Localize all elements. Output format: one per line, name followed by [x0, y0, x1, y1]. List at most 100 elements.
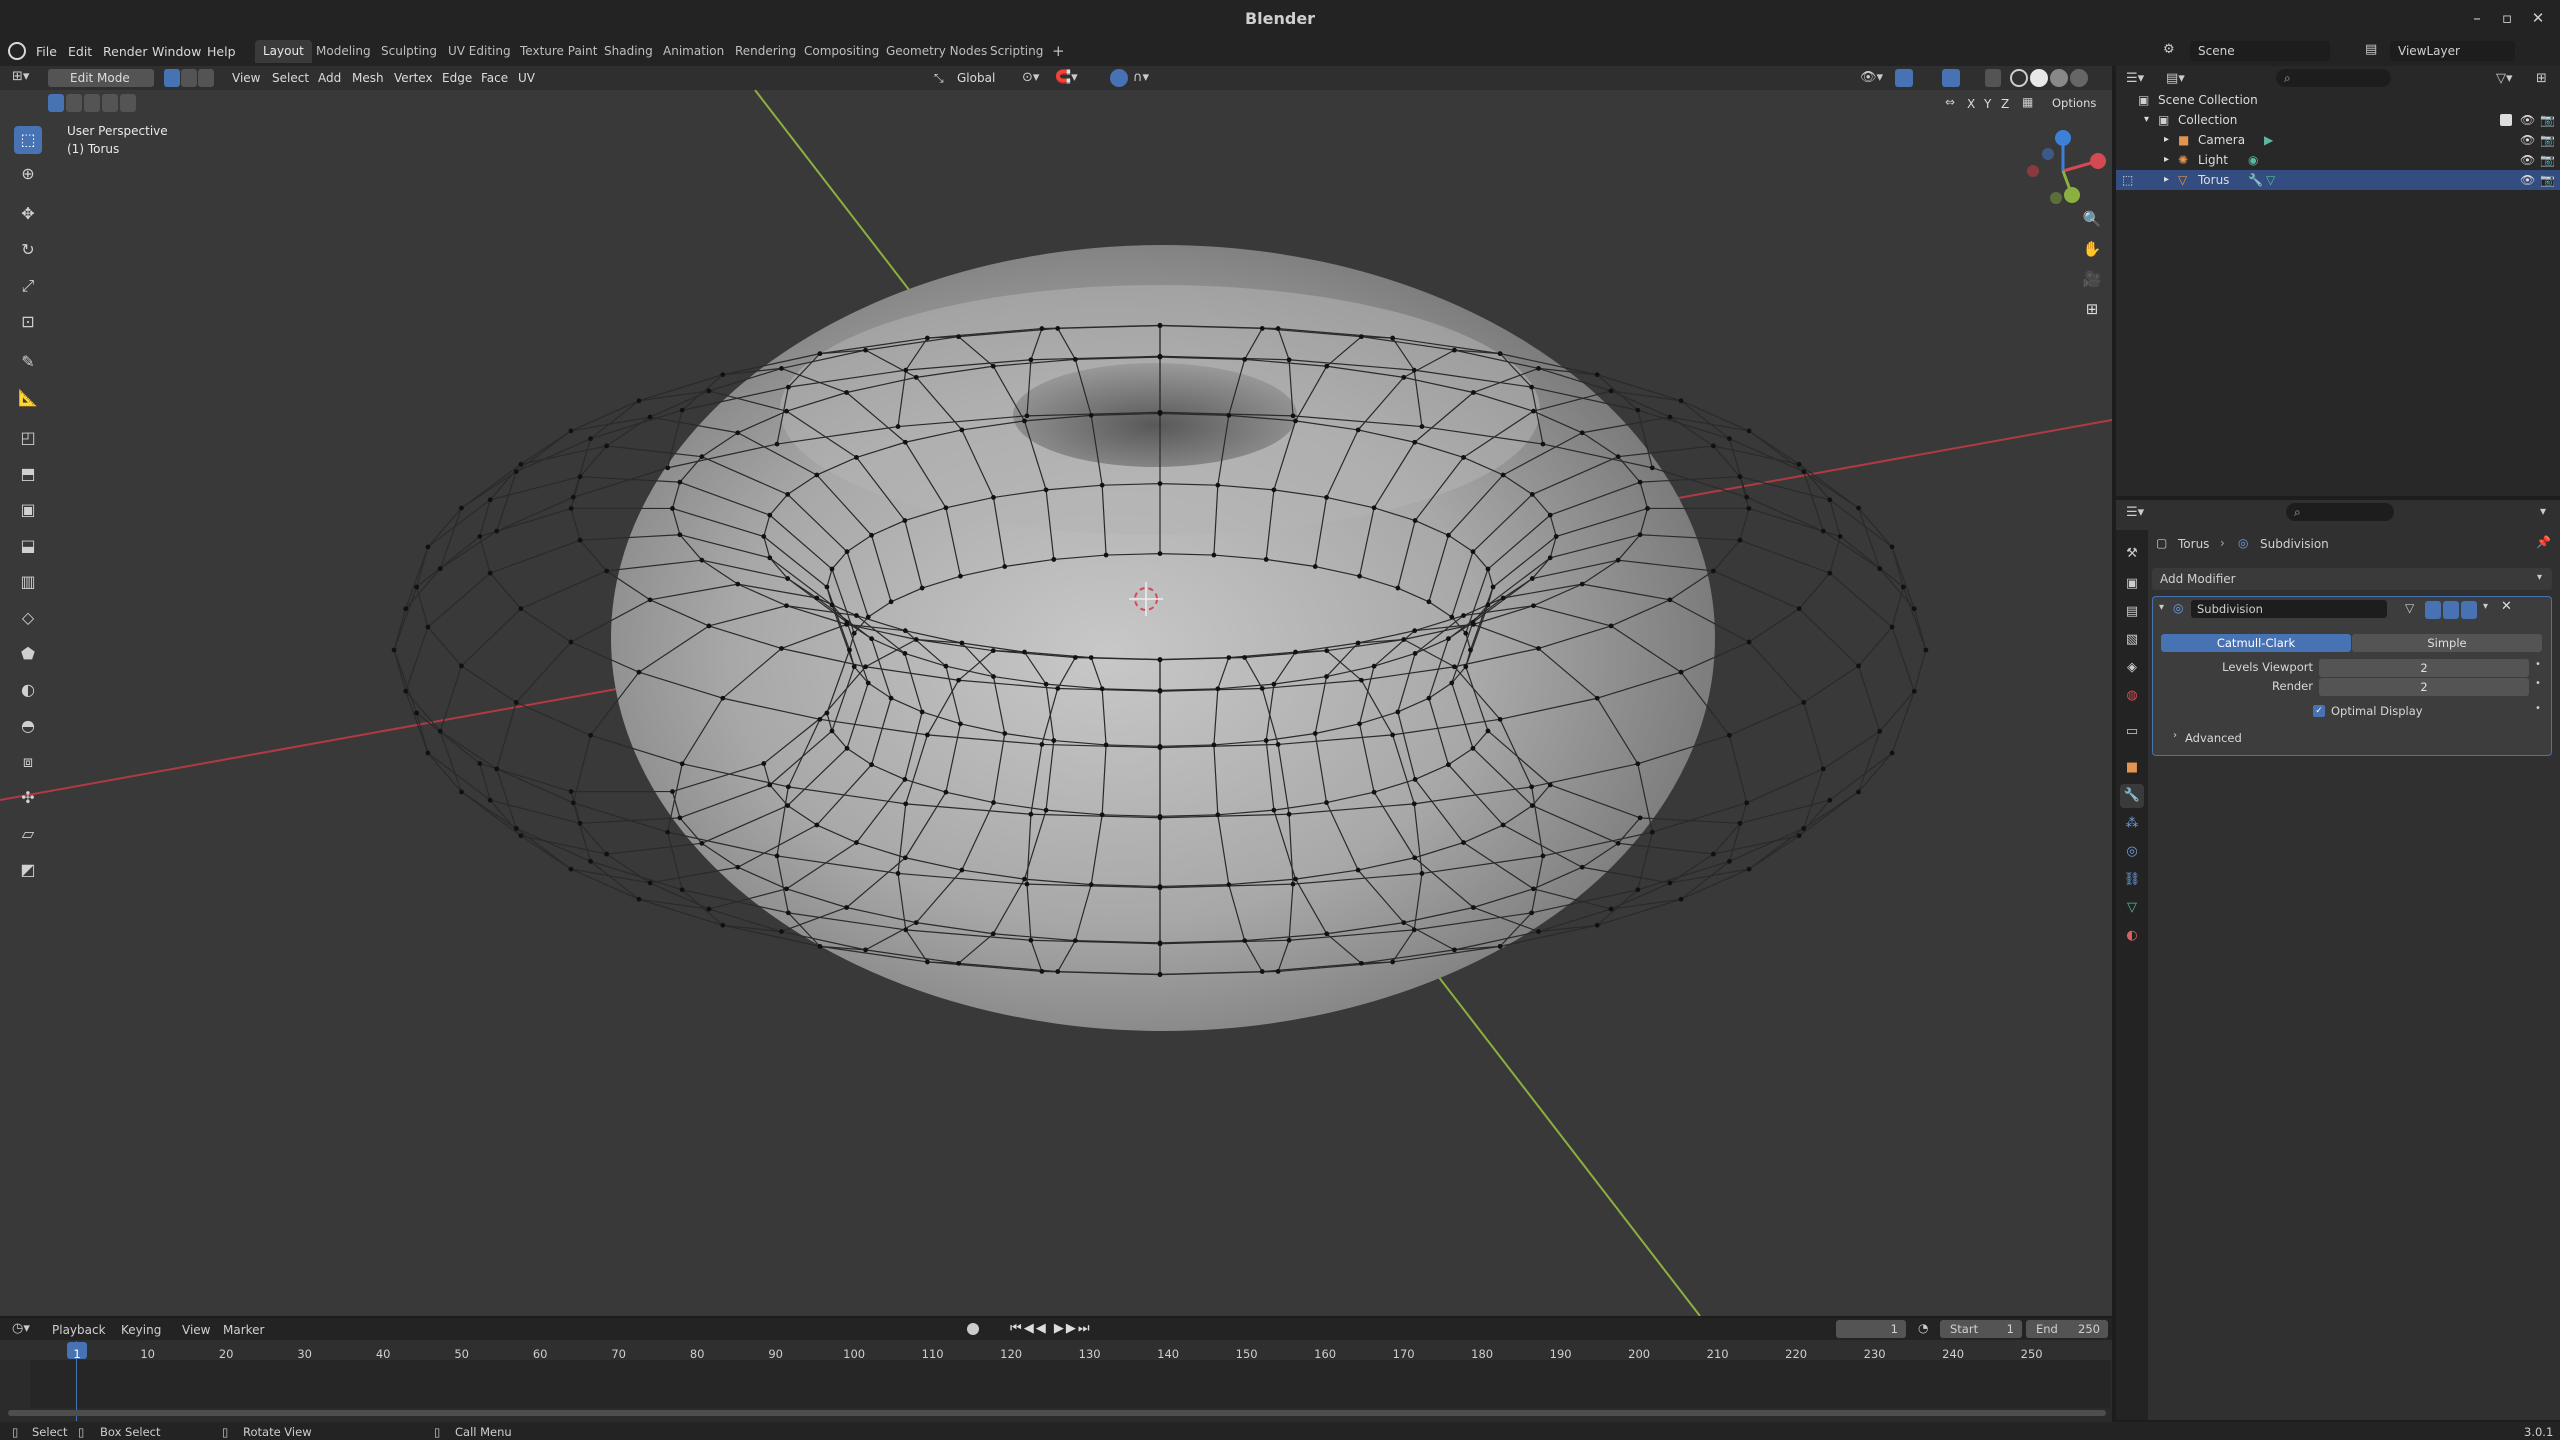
outliner-search-input[interactable]: ⌕ — [2276, 69, 2391, 87]
viewport-menu-uv[interactable]: UV — [518, 71, 535, 85]
mesh-vertex[interactable] — [1271, 807, 1277, 813]
mesh-vertex[interactable] — [1157, 551, 1163, 557]
keyframe-dot-icon[interactable]: • — [2535, 678, 2541, 689]
mesh-vertex[interactable] — [477, 534, 483, 539]
mesh-vertex[interactable] — [636, 398, 642, 404]
mesh-vertex[interactable] — [1746, 506, 1752, 511]
render-camera-icon[interactable]: 📷 — [2540, 110, 2555, 130]
mesh-vertex[interactable] — [414, 710, 420, 716]
mesh-vertex[interactable] — [1485, 566, 1491, 572]
mesh-vertex[interactable] — [1837, 534, 1843, 539]
mesh-vertex[interactable] — [1737, 820, 1743, 826]
mesh-vertex[interactable] — [568, 789, 574, 794]
move-tool-icon[interactable]: ✥ — [14, 200, 42, 228]
viewport-menu-select[interactable]: Select — [272, 71, 309, 85]
mesh-vertex[interactable] — [570, 494, 576, 500]
mesh-vertex[interactable] — [1324, 363, 1330, 369]
shrink-fatten-tool-icon[interactable]: ✣ — [14, 784, 42, 812]
mesh-vertex[interactable] — [1536, 929, 1541, 934]
mesh-vertex[interactable] — [767, 782, 773, 788]
mesh-vertex[interactable] — [1215, 812, 1221, 818]
mesh-vertex[interactable] — [779, 929, 784, 934]
mesh-vertex[interactable] — [1293, 649, 1298, 655]
mesh-vertex[interactable] — [706, 906, 712, 912]
world-tab-icon[interactable]: ◍ — [2120, 684, 2144, 708]
mesh-vertex[interactable] — [1547, 782, 1553, 788]
mesh-vertex[interactable] — [767, 555, 773, 561]
mesh-vertex[interactable] — [785, 803, 791, 808]
mesh-vertex[interactable] — [1529, 910, 1535, 916]
shear-tool-icon[interactable]: ▱ — [14, 820, 42, 848]
mesh-vertex[interactable] — [636, 669, 642, 675]
mesh-vertex[interactable] — [1039, 742, 1045, 747]
outliner-panel[interactable]: ☰▾ ▤▾ ⌕ ▽▾ ⊞ ▣ Scene Collection ▾ ▣ Coll… — [2116, 66, 2560, 496]
mesh-vertex[interactable] — [1157, 323, 1163, 329]
properties-search-input[interactable]: ⌕ — [2286, 503, 2394, 521]
mesh-vertex[interactable] — [1028, 937, 1034, 943]
mesh-vertex[interactable] — [588, 732, 593, 738]
mesh-vertex[interactable] — [919, 585, 925, 591]
tab-shading[interactable]: Shading — [596, 40, 661, 63]
mesh-vertex[interactable] — [1796, 833, 1802, 839]
mesh-vertex[interactable] — [863, 347, 868, 353]
mesh-vertex[interactable] — [487, 570, 493, 576]
render-camera-icon[interactable]: 📷 — [2540, 170, 2555, 190]
mesh-vertex[interactable] — [990, 931, 996, 937]
mesh-vertex[interactable] — [1446, 762, 1451, 768]
mesh-vertex[interactable] — [924, 335, 930, 341]
mesh-vertex[interactable] — [1529, 576, 1535, 581]
mesh-vertex[interactable] — [1157, 972, 1163, 978]
mesh-vertex[interactable] — [959, 427, 965, 433]
mesh-vertex[interactable] — [1461, 840, 1466, 845]
mesh-vertex[interactable] — [1022, 418, 1027, 424]
mesh-vertex[interactable] — [785, 576, 791, 581]
mesh-vertex[interactable] — [1390, 335, 1396, 341]
mesh-vertex[interactable] — [1667, 414, 1673, 420]
mesh-vertex[interactable] — [1022, 876, 1027, 882]
material-shading-icon[interactable] — [2050, 69, 2068, 87]
mirror-icon[interactable]: ⇔ — [1945, 95, 1955, 109]
physics-tab-icon[interactable]: ◎ — [2120, 840, 2144, 864]
mesh-vertex[interactable] — [1411, 801, 1417, 807]
mesh-vertex[interactable] — [459, 789, 464, 795]
mesh-vertex[interactable] — [1678, 896, 1684, 902]
mesh-vertex[interactable] — [1536, 646, 1541, 651]
mesh-vertex[interactable] — [1072, 655, 1078, 660]
mesh-vertex[interactable] — [785, 492, 791, 497]
viewport-menu-vertex[interactable]: Vertex — [394, 71, 433, 85]
mesh-vertex[interactable] — [1157, 743, 1163, 749]
dopesheet-area[interactable] — [30, 1360, 2110, 1408]
mesh-vertex[interactable] — [1286, 937, 1292, 943]
mesh-vertex[interactable] — [1055, 686, 1061, 691]
mesh-vertex[interactable] — [1796, 606, 1802, 612]
face-select-icon[interactable] — [198, 69, 214, 87]
mesh-vertex[interactable] — [1856, 663, 1861, 669]
mesh-vertex[interactable] — [1485, 728, 1491, 734]
preview-range-icon[interactable]: ◔ — [1918, 1321, 1928, 1335]
outliner-row-light[interactable]: ▸ ✺ Light ◉ 👁 📷 — [2116, 150, 2560, 170]
mirror-y-toggle[interactable]: Y — [1984, 97, 1991, 111]
mesh-vertex[interactable] — [1242, 655, 1248, 660]
mesh-vertex[interactable] — [1355, 867, 1361, 873]
mesh-vertex[interactable] — [720, 695, 726, 701]
mesh-vertex[interactable] — [647, 597, 653, 603]
mesh-vertex[interactable] — [1359, 677, 1364, 683]
transform-tool-icon[interactable]: ⊡ — [14, 308, 42, 336]
menu-edit[interactable]: Edit — [68, 44, 92, 59]
mesh-vertex[interactable] — [903, 367, 909, 373]
mesh-vertex[interactable] — [1667, 880, 1673, 886]
mesh-vertex[interactable] — [1637, 479, 1643, 485]
cursor-tool-icon[interactable]: ⊕ — [14, 160, 42, 188]
mesh-vertex[interactable] — [1290, 881, 1296, 887]
mesh-vertex[interactable] — [677, 532, 683, 538]
mesh-vertex[interactable] — [902, 777, 908, 782]
mesh-vertex[interactable] — [913, 374, 919, 380]
mesh-vertex[interactable] — [1645, 506, 1650, 511]
mesh-vertex[interactable] — [604, 568, 610, 574]
mesh-vertex[interactable] — [699, 557, 705, 563]
inset-tool-icon[interactable]: ▣ — [14, 496, 42, 524]
mesh-vertex[interactable] — [1461, 455, 1466, 460]
mesh-vertex[interactable] — [670, 506, 675, 511]
mesh-vertex[interactable] — [1028, 811, 1034, 817]
mesh-vertex[interactable] — [1039, 326, 1045, 331]
